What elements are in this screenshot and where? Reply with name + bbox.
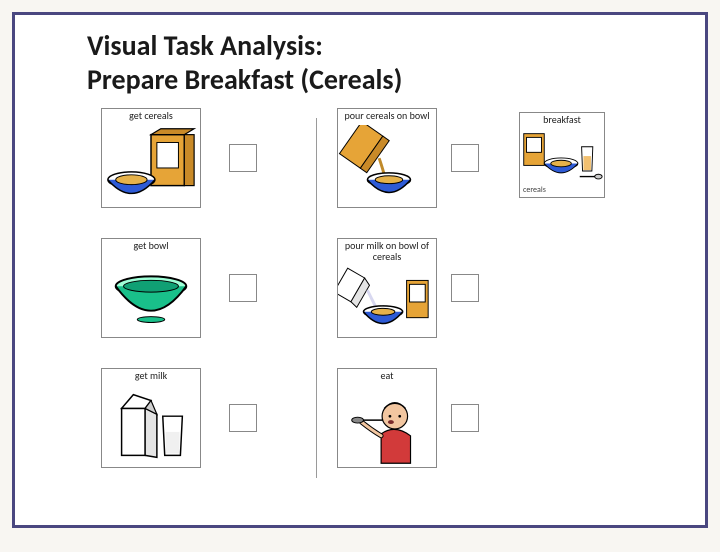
step-6-wrap: eat [337,368,479,468]
card-label: get milk [102,369,200,385]
breakfast-icon [520,129,604,185]
step-3-wrap: get milk [101,368,257,468]
card-sublabel: cereals [520,185,604,197]
step-2-wrap: get bowl [101,238,257,338]
page-title: Visual Task Analysis: Prepare Breakfast … [87,29,679,96]
title-line-2: Prepare Breakfast (Cereals) [87,62,402,97]
card-label: get bowl [102,239,200,255]
milk-carton-glass-icon [102,385,200,467]
card-get-milk: get milk [101,368,201,468]
step-5-wrap: pour milk on bowl of cereals [337,238,479,338]
card-pour-milk: pour milk on bowl of cereals [337,238,437,338]
title-line-1: Visual Task Analysis: [87,28,323,63]
result-wrap: breakfast cereals [519,112,605,198]
checkbox-step-5[interactable] [451,274,479,302]
card-label: breakfast [520,113,604,129]
card-label: eat [338,369,436,385]
card-get-bowl: get bowl [101,238,201,338]
step-1-wrap: get cereals [101,108,257,208]
card-label: pour cereals on bowl [338,109,436,125]
checkbox-step-4[interactable] [451,144,479,172]
column-separator [316,118,317,478]
checkbox-step-3[interactable] [229,404,257,432]
checkbox-step-2[interactable] [229,274,257,302]
checkbox-step-6[interactable] [451,404,479,432]
slide: Visual Task Analysis: Prepare Breakfast … [12,12,708,528]
card-eat: eat [337,368,437,468]
step-4-wrap: pour cereals on bowl [337,108,479,208]
checkbox-step-1[interactable] [229,144,257,172]
card-label: get cereals [102,109,200,125]
card-breakfast: breakfast cereals [519,112,605,198]
card-get-cereals: get cereals [101,108,201,208]
card-pour-cereals: pour cereals on bowl [337,108,437,208]
pour-milk-icon [338,265,436,337]
bowl-icon [102,255,200,337]
cereal-box-bowl-icon [102,125,200,207]
steps-grid: get cereals get bowl [101,108,671,488]
pour-cereal-icon [338,125,436,207]
card-label: pour milk on bowl of cereals [338,239,436,265]
eat-icon [338,385,436,467]
